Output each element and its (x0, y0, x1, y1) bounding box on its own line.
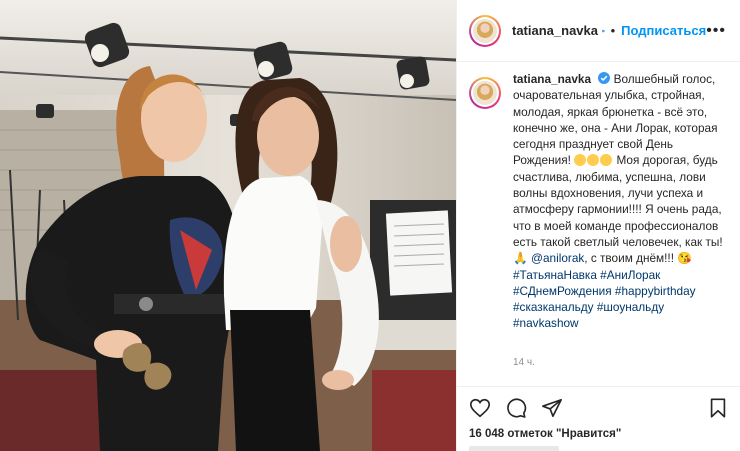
post-photo[interactable] (0, 0, 456, 451)
caption-avatar[interactable] (469, 77, 501, 109)
hashtag-link[interactable]: #ТатьянаНавка (513, 268, 597, 282)
kiss-emoji-icon: 😘 (677, 251, 692, 266)
instagram-post: tatiana_navka • Подписаться ••• tatiana_… (0, 0, 740, 451)
post-header: tatiana_navka • Подписаться ••• (457, 0, 740, 62)
star-struck-emoji-icon (600, 154, 613, 167)
mention-link[interactable]: @anilorak (531, 251, 584, 265)
verified-badge-icon (602, 29, 605, 32)
post-timestamp[interactable]: 14 ч. (513, 357, 535, 368)
post-side-panel: tatiana_navka • Подписаться ••• tatiana_… (456, 0, 740, 451)
folded-hands-emoji-icon: 🙏 (513, 251, 528, 266)
verified-badge-icon (598, 72, 611, 84)
hashtag-link[interactable]: #happybirthday (615, 284, 696, 298)
hashtag-link[interactable]: #шоунальду (597, 300, 664, 314)
hashtag-link[interactable]: #сказканальду (513, 300, 594, 314)
caption-paragraph-3: , с твоим днём!!! (584, 251, 674, 266)
more-options-icon[interactable]: ••• (706, 22, 726, 40)
bookmark-icon[interactable] (707, 397, 729, 419)
heart-icon[interactable] (469, 397, 491, 419)
hashtag-link[interactable]: #СДнемРождения (513, 284, 612, 298)
hashtag-link[interactable]: #navkashow (513, 316, 579, 330)
caption-paragraph-2: Моя дорогая, будь счастлива, любима, усп… (513, 153, 723, 249)
likes-number: 16 048 (469, 428, 505, 440)
header-separator: • (610, 23, 616, 38)
likes-count[interactable]: 16 048 отметок "Нравится" (469, 428, 621, 440)
header-username[interactable]: tatiana_navka (512, 23, 598, 38)
comment-icon[interactable] (505, 397, 527, 419)
action-bar (457, 386, 740, 430)
caption-username[interactable]: tatiana_navka (513, 72, 591, 86)
hashtag-link[interactable]: #АниЛорак (600, 268, 660, 282)
truncated-text-line (469, 446, 559, 451)
send-icon[interactable] (541, 397, 563, 419)
caption-text: tatiana_navka Волшебный голос, очаровате… (513, 71, 729, 386)
photo-illustration (0, 0, 456, 451)
star-struck-emoji-icon (587, 154, 600, 167)
caption-area: tatiana_navka Волшебный голос, очаровате… (457, 71, 740, 386)
avatar[interactable] (469, 14, 501, 47)
follow-button[interactable]: Подписаться (621, 23, 706, 38)
likes-text: отметок "Нравится" (507, 428, 622, 440)
star-struck-emoji-icon (574, 154, 587, 167)
